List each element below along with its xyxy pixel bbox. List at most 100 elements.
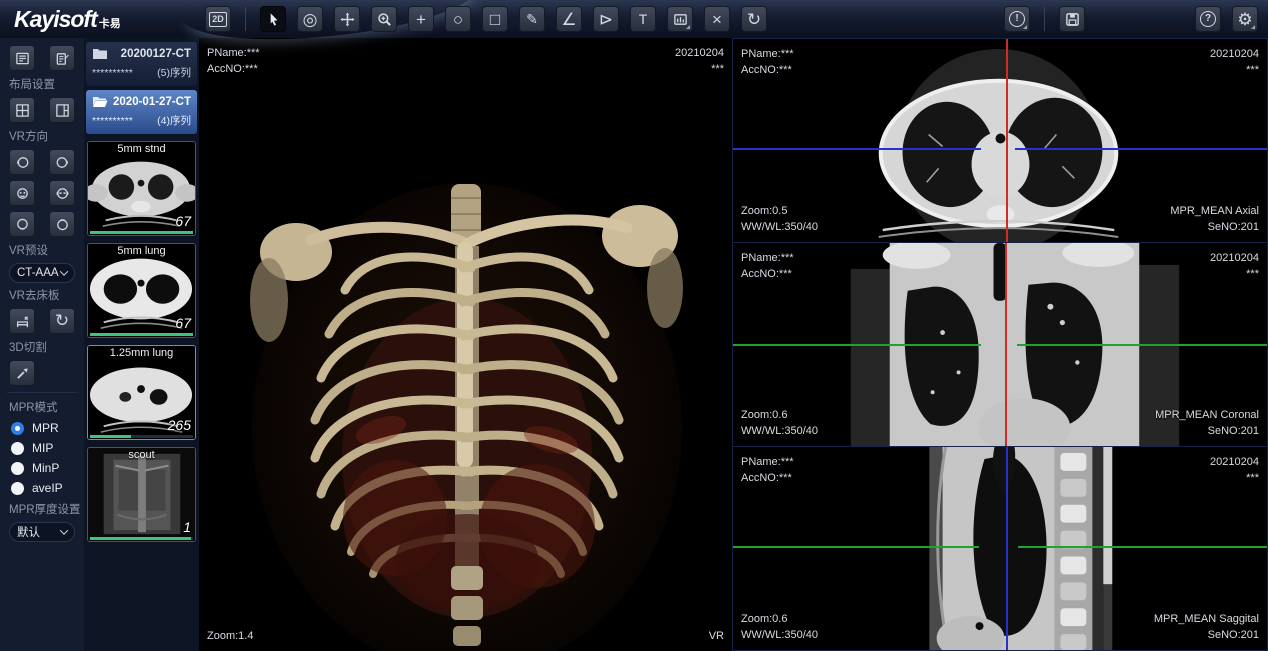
cursor-icon (266, 12, 281, 27)
window-level-label: WW/WL:350/40 (741, 219, 818, 235)
mpr-mode-radio-mip[interactable]: MIP (11, 441, 75, 455)
mpr-mode-radio-mpr[interactable]: MPR (11, 421, 75, 435)
vr-overlay-topleft: PName:*** AccNO:*** (207, 45, 260, 77)
angle-icon: ∠ (561, 11, 576, 28)
mpr-thickness-dropdown[interactable]: 默认 (9, 522, 75, 542)
vr-dir-head-left-button[interactable] (9, 149, 35, 175)
series-panel-toggle-button[interactable] (9, 45, 35, 71)
pan-tool-button[interactable] (334, 6, 360, 32)
mpr-thickness-label: MPR厚度设置 (9, 501, 75, 517)
crosshair-vertical-blue[interactable] (1006, 447, 1008, 650)
crosshair-vertical-red[interactable] (1006, 39, 1008, 242)
save-button[interactable] (1059, 6, 1085, 32)
vr-preset-dropdown[interactable]: CT-AAA (9, 263, 75, 283)
study-item-2-selected[interactable]: 2020-01-27-CT ********** (4)序列 (86, 90, 197, 134)
crosshair-horizontal-green[interactable] (733, 344, 981, 346)
cobb-angle-button[interactable]: ⊳ (593, 6, 619, 32)
mpr-overlay-bottomleft: Zoom:0.6 WW/WL:350/40 (741, 407, 818, 439)
series-thumbnail-125mm-lung[interactable]: 1.25mm lung 265 (87, 345, 196, 440)
mpr-overlay-bottomright: MPR_MEAN Axial SeNO:201 (1170, 203, 1259, 235)
zoom-tool-button[interactable] (371, 6, 397, 32)
thumbnail-image-scout (88, 448, 195, 541)
thumbnail-image-count: 265 (168, 417, 191, 433)
remove-bed-button[interactable] (9, 308, 35, 334)
tool-group: 2D ◎ + ○ □ ✎ ∠ ⊳ T × ↻ (205, 6, 767, 32)
ellipse-roi-button[interactable]: ○ (445, 6, 471, 32)
mpr-overlay-topright: 20210204 *** (1210, 250, 1259, 282)
thumbnail-progress-track (90, 435, 193, 438)
study-patient-masked: ********** (92, 115, 133, 127)
reset-icon: ↻ (55, 311, 69, 331)
vr-dir-head-bottom-button[interactable] (49, 211, 75, 237)
thumbnail-progress-fill (90, 231, 193, 234)
settings-button[interactable]: ⚙ (1232, 6, 1258, 32)
mpr-overlay-topleft: PName:*** AccNO:*** (741, 454, 794, 486)
thumbnail-progress-fill (90, 537, 191, 540)
mpr-viewport-axial[interactable]: PName:*** AccNO:*** 20210204 *** Zoom:0.… (732, 38, 1268, 242)
vr-dir-head-right-button[interactable] (49, 149, 75, 175)
grid-right-split-icon (55, 103, 70, 118)
crosshair-tool-button[interactable]: + (408, 6, 434, 32)
report-icon (55, 51, 70, 66)
masked-value-label: *** (1210, 62, 1259, 78)
zoom-factor-label: Zoom:1.4 (207, 628, 253, 644)
mpr-viewport-coronal[interactable]: PName:*** AccNO:*** 20210204 *** Zoom:0.… (732, 242, 1268, 446)
radio-unchecked-icon (11, 482, 24, 495)
folder-closed-icon (92, 47, 108, 60)
crosshair-horizontal-blue[interactable] (733, 148, 981, 150)
chevron-down-icon (60, 267, 68, 275)
ellipse-icon: ○ (453, 11, 463, 28)
tool-group-right: ! ? ⚙ (1004, 6, 1268, 32)
grid-2x2-icon (15, 103, 30, 118)
accession-label: AccNO:*** (741, 266, 794, 282)
layout-section-label: 布局设置 (9, 76, 75, 92)
radio-unchecked-icon (11, 442, 24, 455)
series-thumbnail-5mm-lung[interactable]: 5mm lung 67 (87, 243, 196, 338)
vr-overlay-topright: 20210204 *** (675, 45, 724, 77)
vr-dir-face-side-button[interactable] (9, 180, 35, 206)
head-left-icon (15, 155, 30, 170)
thumbnail-label: scout (88, 449, 195, 461)
reset-view-button[interactable]: ↻ (741, 6, 767, 32)
mpr-mode-radio-minp[interactable]: MinP (11, 461, 75, 475)
text-annotation-button[interactable]: T (630, 6, 656, 32)
mpr-mode-radio-aveip[interactable]: aveIP (11, 481, 75, 495)
scalpel-button[interactable] (9, 360, 35, 386)
info-icon: ! (1009, 11, 1025, 27)
bed-reset-button[interactable]: ↻ (49, 308, 75, 334)
2d-mode-button[interactable]: 2D (205, 6, 231, 32)
measure-tool-button[interactable]: ✎ (519, 6, 545, 32)
help-button[interactable]: ? (1195, 6, 1221, 32)
thumbnail-progress-fill (90, 435, 131, 438)
scroll-icon: ◎ (303, 11, 318, 28)
crosshair-horizontal-blue[interactable] (1015, 148, 1267, 150)
layout-grid-button[interactable] (9, 97, 35, 123)
rect-roi-button[interactable]: □ (482, 6, 508, 32)
scroll-tool-button[interactable]: ◎ (297, 6, 323, 32)
series-thumbnail-scout[interactable]: scout 1 (87, 447, 196, 542)
vr-viewport[interactable]: PName:*** AccNO:*** 20210204 *** Zoom:1.… (199, 38, 732, 651)
mpr-viewport-sagittal[interactable]: PName:*** AccNO:*** 20210204 *** Zoom:0.… (732, 446, 1268, 651)
about-button[interactable]: ! (1004, 6, 1030, 32)
study-item-1[interactable]: 20200127-CT ********** (5)序列 (86, 42, 197, 86)
vr-dir-head-top-button[interactable] (9, 211, 35, 237)
vr-overlay-bottomleft: Zoom:1.4 (207, 628, 253, 644)
vr-rendering-ribcage (199, 38, 732, 651)
window-preset-button[interactable] (667, 6, 693, 32)
head-right-icon (55, 155, 70, 170)
layout-main-side-button[interactable] (49, 97, 75, 123)
delete-annotation-button[interactable]: × (704, 6, 730, 32)
select-tool-button[interactable] (260, 6, 286, 32)
angle-tool-button[interactable]: ∠ (556, 6, 582, 32)
sidebar-divider (7, 392, 77, 393)
crosshair-horizontal-green[interactable] (1017, 344, 1267, 346)
folder-open-icon (92, 95, 108, 108)
series-thumbnail-5mm-stnd[interactable]: 5mm stnd 67 (87, 141, 196, 236)
zoom-factor-label: Zoom:0.6 (741, 611, 818, 627)
vr-dir-face-front-button[interactable] (49, 180, 75, 206)
crosshair-horizontal-green[interactable] (733, 546, 979, 548)
crosshair-horizontal-green[interactable] (1018, 546, 1267, 548)
crosshair-vertical-red[interactable] (1005, 243, 1007, 446)
app-logo-cn: 卡易 (99, 18, 121, 30)
report-panel-button[interactable] (49, 45, 75, 71)
